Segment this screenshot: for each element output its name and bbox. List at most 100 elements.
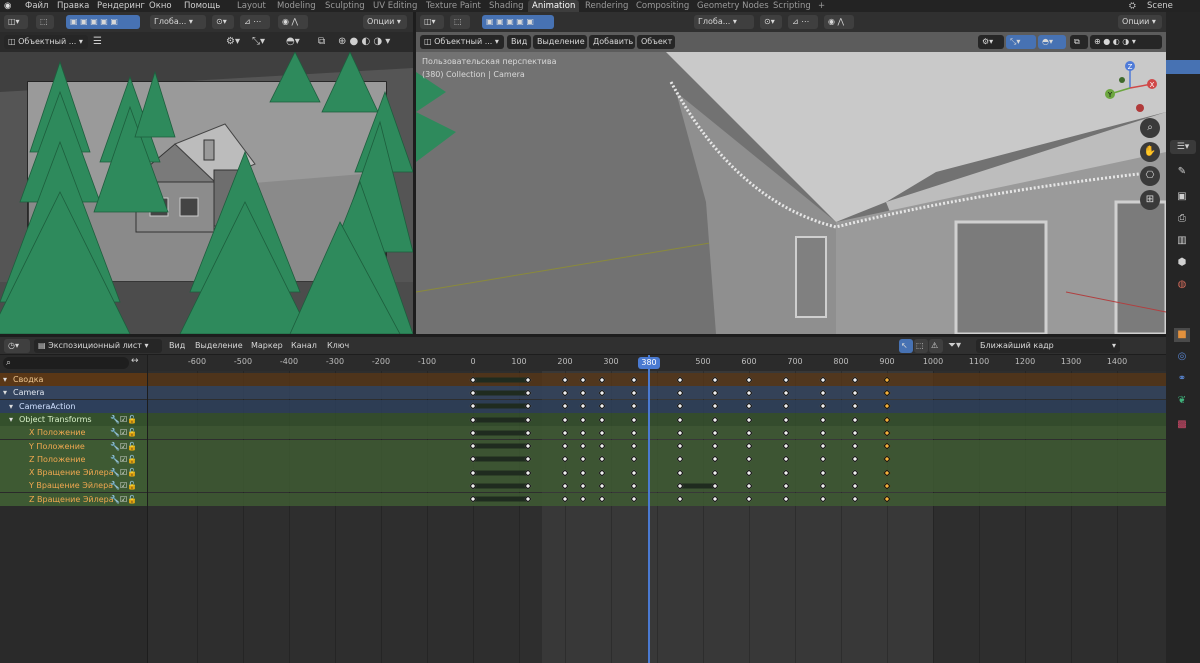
main-overlay-icon[interactable]: ◓▾	[1038, 35, 1066, 49]
only-selected-icon[interactable]: ↖	[899, 339, 913, 353]
select-tool-icon[interactable]: ⬚	[36, 15, 54, 29]
channel-row[interactable]: X Положение 🔧☑🔓	[0, 426, 147, 440]
ds-menu-key[interactable]: Ключ	[327, 341, 349, 350]
show-hidden-icon[interactable]: ⬚	[914, 339, 928, 353]
menu-help[interactable]: Помощь	[184, 0, 220, 12]
main-snap-toggle-icon[interactable]: ⊿ ⋯	[788, 15, 818, 29]
channel-row[interactable]: ▾ Object Transforms 🔧☑🔓	[0, 412, 147, 426]
channel-row[interactable]: Y Положение 🔧☑🔓	[0, 439, 147, 453]
ortho-grid-icon[interactable]: ⊞	[1140, 190, 1160, 210]
main-select-tool-icon[interactable]: ⬚	[450, 15, 470, 29]
channel-toggles-icon[interactable]: 🔧☑🔓	[110, 426, 137, 439]
tab-layout[interactable]: Layout	[233, 0, 270, 12]
add-workspace-icon[interactable]: +	[814, 0, 829, 12]
pivot-point-icon[interactable]: ⊙▾	[212, 15, 234, 29]
transform-orientation-dropdown[interactable]: Глоба... ▾	[150, 15, 206, 29]
dopesheet-mode-dropdown[interactable]: ▤ Экспозиционный лист ▾	[34, 339, 162, 353]
main-object-mode-dropdown[interactable]: ◫ Объектный ... ▾	[420, 35, 504, 49]
channel-row[interactable]: ▾ Сводка	[0, 373, 147, 386]
ds-menu-marker[interactable]: Маркер	[251, 341, 283, 350]
channel-row[interactable]: X Вращение Эйлера 🔧☑🔓	[0, 466, 147, 480]
camera-view-icon[interactable]: ⎔	[1140, 166, 1160, 186]
ds-menu-channel[interactable]: Канал	[291, 341, 317, 350]
output-icon[interactable]: ⎙	[1174, 212, 1190, 226]
playhead[interactable]	[648, 355, 650, 663]
main-options-dropdown[interactable]: Опции ▾	[1118, 15, 1162, 29]
texture-icon[interactable]: ▩	[1174, 418, 1190, 432]
main-pivot-point-icon[interactable]: ⊙▾	[760, 15, 782, 29]
zoom-icon[interactable]: ⌕	[1140, 118, 1160, 138]
channel-toggles-icon[interactable]: 🔧☑🔓	[110, 413, 137, 426]
pan-hand-icon[interactable]: ✋	[1140, 142, 1160, 162]
menu-edit[interactable]: Правка	[57, 0, 89, 12]
ds-menu-view[interactable]: Вид	[169, 341, 185, 350]
current-frame-badge[interactable]: 380	[638, 357, 660, 369]
editor-type-icon[interactable]: ◫▾	[4, 15, 28, 29]
blender-logo-icon[interactable]: ◉	[4, 0, 11, 12]
menu-render[interactable]: Рендеринг	[97, 0, 145, 12]
channel-search-input[interactable]: ⌕	[3, 357, 129, 369]
expand-arrow-icon[interactable]: ▾	[9, 400, 13, 413]
xray-icon[interactable]: ⧉	[318, 35, 325, 49]
object-props-icon[interactable]: ■	[1174, 328, 1190, 342]
hamburger-icon[interactable]: ☰	[93, 35, 102, 49]
options-dropdown[interactable]: Опции ▾	[363, 15, 407, 29]
main-xray-icon[interactable]: ⧉	[1070, 35, 1088, 49]
tab-uv-editing[interactable]: UV Editing	[369, 0, 421, 12]
scene-name[interactable]: Scene	[1147, 0, 1173, 12]
menu-add[interactable]: Добавить	[589, 35, 635, 49]
tab-animation[interactable]: Animation	[528, 0, 580, 12]
select-mode-buttons[interactable]: ▣ ▣ ▣ ▣ ▣	[66, 15, 140, 29]
tab-rendering[interactable]: Rendering	[581, 0, 632, 12]
channel-row[interactable]: Z Вращение Эйлера 🔧☑🔓	[0, 492, 147, 506]
main-3d-viewport[interactable]: ◫▾ ⬚ ▣ ▣ ▣ ▣ ▣ Глоба... ▾ ⊙▾ ⊿ ⋯ ◉ ⋀ Опц…	[416, 12, 1166, 334]
modifier-icon[interactable]: ◎	[1174, 350, 1190, 364]
visibility-icon[interactable]: ⚙▾	[226, 35, 240, 49]
render-icon[interactable]: ▣	[1174, 190, 1190, 204]
main-transform-orientation-dropdown[interactable]: Глоба... ▾	[694, 15, 754, 29]
channel-toggles-icon[interactable]: 🔧☑🔓	[110, 479, 137, 492]
menu-object[interactable]: Объект	[637, 35, 675, 49]
sync-scroll-icon[interactable]: ↔	[131, 356, 139, 366]
gizmo-icon[interactable]: ⤡▾	[252, 35, 265, 49]
main-select-mode-buttons[interactable]: ▣ ▣ ▣ ▣ ▣	[482, 15, 554, 29]
menu-file[interactable]: Файл	[25, 0, 48, 12]
object-data-icon[interactable]: ❦	[1174, 394, 1190, 408]
expand-arrow-icon[interactable]: ▾	[3, 373, 7, 386]
channel-toggles-icon[interactable]: 🔧☑🔓	[110, 493, 137, 506]
tab-shading[interactable]: Shading	[485, 0, 528, 12]
menu-select[interactable]: Выделение	[533, 35, 587, 49]
camera-viewport[interactable]: ◫▾ ⬚ ▣ ▣ ▣ ▣ ▣ Глоба... ▾ ⊙▾ ⊿ ⋯ ◉ ⋀ Опц…	[0, 12, 413, 334]
channel-row[interactable]: Z Положение 🔧☑🔓	[0, 452, 147, 466]
menu-view[interactable]: Вид	[507, 35, 531, 49]
scene-props-icon[interactable]: ⬢	[1174, 256, 1190, 270]
constraint-icon[interactable]: ⚭	[1174, 372, 1190, 386]
channel-toggles-icon[interactable]: 🔧☑🔓	[110, 466, 137, 479]
sidebar-active-tab[interactable]	[1166, 60, 1200, 74]
tab-sculpting[interactable]: Sculpting	[321, 0, 369, 12]
expand-arrow-icon[interactable]: ▾	[9, 413, 13, 426]
navigation-gizmo[interactable]: Z X Y	[1102, 58, 1158, 116]
expand-arrow-icon[interactable]: ▾	[3, 386, 7, 399]
tab-texture-paint[interactable]: Texture Paint	[422, 0, 485, 12]
sidebar-editor-type-icon[interactable]: ☰▾	[1170, 140, 1196, 154]
keyframe-area[interactable]	[148, 371, 1166, 663]
tab-geometry-nodes[interactable]: Geometry Nodes	[693, 0, 773, 12]
shading-modes-icon[interactable]: ⊕ ● ◐ ◑ ▾	[338, 35, 390, 49]
overlay-icon[interactable]: ◓▾	[286, 35, 300, 49]
main-proportional-edit-icon[interactable]: ◉ ⋀	[824, 15, 854, 29]
tool-icon[interactable]: ✎	[1174, 165, 1190, 179]
tab-compositing[interactable]: Compositing	[632, 0, 693, 12]
snap-mode-dropdown[interactable]: Ближайший кадр ▾	[976, 339, 1120, 353]
main-editor-type-icon[interactable]: ◫▾	[420, 15, 444, 29]
object-mode-dropdown[interactable]: ◫ Объектный ... ▾	[4, 35, 88, 49]
main-gizmo-icon[interactable]: ⤡▾	[1006, 35, 1036, 49]
dopesheet-editor-type-icon[interactable]: ◷▾	[4, 339, 30, 353]
tab-scripting[interactable]: Scripting	[769, 0, 815, 12]
channel-toggles-icon[interactable]: 🔧☑🔓	[110, 453, 137, 466]
view-layer-icon[interactable]: ▥	[1174, 234, 1190, 248]
filter-icon[interactable]: ⏷▾	[948, 339, 961, 353]
channel-row[interactable]: Y Вращение Эйлера 🔧☑🔓	[0, 479, 147, 493]
channel-row[interactable]: ▾ Camera	[0, 386, 147, 400]
main-visibility-icon[interactable]: ⚙▾	[978, 35, 1004, 49]
